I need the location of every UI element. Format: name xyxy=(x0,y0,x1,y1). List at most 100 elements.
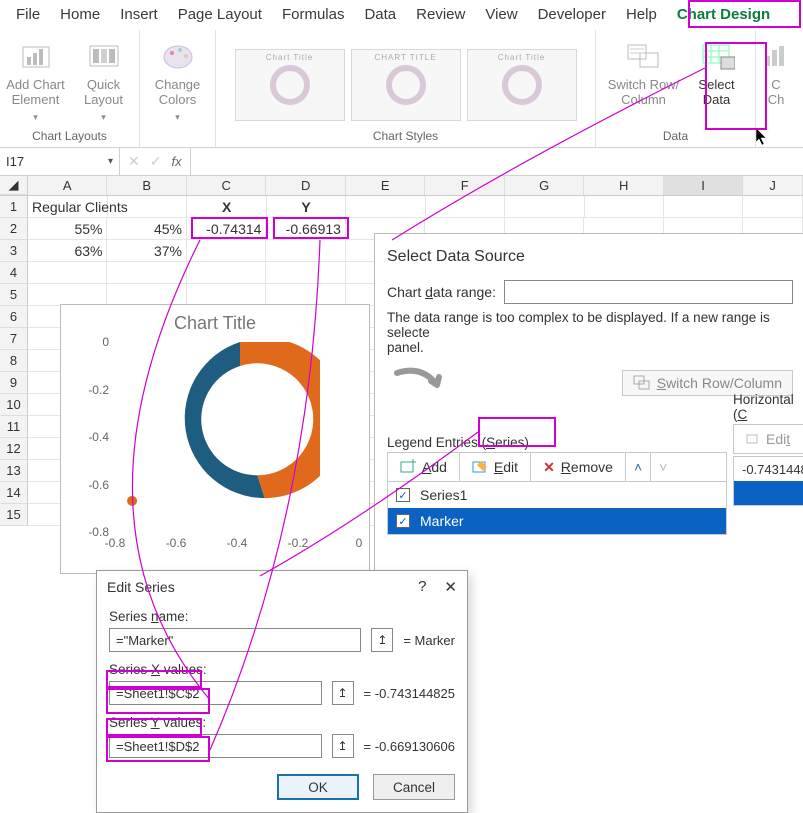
switch-icon xyxy=(633,375,651,391)
embedded-chart[interactable]: Chart Title 0 -0.2 -0.4 -0.6 -0.8 -0.8 -… xyxy=(60,304,370,574)
edit-icon xyxy=(472,459,488,475)
col-I[interactable]: I xyxy=(664,176,743,195)
add-chart-element-button[interactable]: Add Chart Element ▾ xyxy=(5,34,67,126)
formula-input[interactable] xyxy=(191,148,803,175)
cancel-formula-icon[interactable]: ✕ xyxy=(128,153,140,170)
select-data-icon xyxy=(699,38,735,74)
series-toolbar: Add Edit ✕ Remove ˄ ˅ xyxy=(387,452,727,482)
close-icon[interactable]: ✕ xyxy=(444,578,457,596)
quick-layout-icon xyxy=(86,38,122,74)
change-colors-button[interactable]: Change Colors ▾ xyxy=(147,34,209,126)
col-C[interactable]: C xyxy=(187,176,266,195)
col-J[interactable]: J xyxy=(743,176,803,195)
formula-bar: I17▾ ✕ ✓ fx xyxy=(0,148,803,176)
chevron-down-icon: ˅ xyxy=(659,459,667,475)
horizontal-values-list[interactable]: -0.74314482 xyxy=(733,456,803,506)
chart-type-icon xyxy=(758,38,794,74)
col-A[interactable]: A xyxy=(28,176,107,195)
cell-B1[interactable] xyxy=(108,196,187,218)
col-G[interactable]: G xyxy=(505,176,584,195)
col-H[interactable]: H xyxy=(584,176,663,195)
series-movedown-button[interactable]: ˅ xyxy=(651,453,675,481)
series-edit-button[interactable]: Edit xyxy=(460,453,531,481)
series-item-marker[interactable]: ✓ Marker xyxy=(388,508,726,534)
marker-series[interactable] xyxy=(115,342,359,532)
chart-data-range-input[interactable] xyxy=(504,280,793,304)
cell-A3[interactable]: 63% xyxy=(28,240,107,262)
series-list[interactable]: ✓ Series1 ✓ Marker xyxy=(387,482,727,535)
name-box[interactable]: I17▾ xyxy=(0,148,120,175)
range-picker-icon[interactable]: ↥ xyxy=(371,628,393,652)
series-name-input[interactable]: ="Marker" xyxy=(109,628,361,652)
tab-data[interactable]: Data xyxy=(354,2,406,30)
col-E[interactable]: E xyxy=(346,176,425,195)
chart-style-3[interactable]: Chart Title xyxy=(467,49,577,121)
tab-view[interactable]: View xyxy=(475,2,527,30)
ribbon: Add Chart Element ▾ Quick Layout ▾ Chart… xyxy=(0,30,803,148)
legend-entries-label: Legend Entries (Series) xyxy=(387,435,727,450)
group-label-chart-styles: Chart Styles xyxy=(373,129,438,145)
add-chart-element-label: Add Chart Element xyxy=(6,78,65,108)
cell-B2[interactable]: 45% xyxy=(107,218,186,240)
range-picker-icon[interactable]: ↥ xyxy=(332,734,354,758)
cell-C2[interactable]: -0.74314 xyxy=(187,218,266,240)
chart-style-1[interactable]: Chart Title xyxy=(235,49,345,121)
help-icon[interactable]: ? xyxy=(418,578,426,596)
series-y-input[interactable]: =Sheet1!$D$2 xyxy=(109,734,322,758)
enter-formula-icon[interactable]: ✓ xyxy=(150,153,162,170)
checkbox-icon[interactable]: ✓ xyxy=(396,514,410,528)
sds-note: The data range is too complex to be disp… xyxy=(387,310,803,355)
switch-row-column-button[interactable]: Switch Row/ Column xyxy=(606,34,682,126)
horiz-edit-button[interactable]: Edit xyxy=(734,425,802,453)
edit-icon xyxy=(746,432,760,446)
series-x-preview: = -0.743144825 xyxy=(364,686,455,701)
tab-insert[interactable]: Insert xyxy=(110,2,168,30)
fx-icon[interactable]: fx xyxy=(171,154,181,169)
cell-D2[interactable]: -0.66913 xyxy=(266,218,345,240)
quick-layout-button[interactable]: Quick Layout ▾ xyxy=(73,34,135,126)
quick-layout-label: Quick Layout xyxy=(84,78,123,108)
change-colors-label: Change Colors xyxy=(155,78,201,108)
col-B[interactable]: B xyxy=(107,176,186,195)
tab-pagelayout[interactable]: Page Layout xyxy=(168,2,272,30)
chart-title[interactable]: Chart Title xyxy=(61,305,369,338)
tab-file[interactable]: File xyxy=(6,2,50,30)
series-item-series1[interactable]: ✓ Series1 xyxy=(388,482,726,508)
chart-style-2[interactable]: CHART TITLE xyxy=(351,49,461,121)
add-chart-element-icon xyxy=(18,38,54,74)
col-F[interactable]: F xyxy=(425,176,504,195)
tab-home[interactable]: Home xyxy=(50,2,110,30)
cell-D1[interactable]: Y xyxy=(267,196,346,218)
edit-series-title: Edit Series xyxy=(107,579,175,595)
series-x-input[interactable]: =Sheet1!$C$2 xyxy=(109,681,322,705)
series-remove-button[interactable]: ✕ Remove xyxy=(531,453,626,481)
plot-area[interactable]: 0 -0.2 -0.4 -0.6 -0.8 -0.8 -0.6 -0.4 -0.… xyxy=(115,342,359,532)
cell-C1[interactable]: X xyxy=(187,196,266,218)
series-add-button[interactable]: Add xyxy=(388,453,460,481)
tab-formulas[interactable]: Formulas xyxy=(272,2,355,30)
tab-developer[interactable]: Developer xyxy=(528,2,616,30)
sds-title: Select Data Source xyxy=(387,248,803,266)
cell-A1[interactable]: Regular Clients xyxy=(28,196,108,218)
select-all-corner[interactable]: ◢ xyxy=(0,176,28,195)
chart-styles-gallery[interactable]: Chart Title CHART TITLE Chart Title xyxy=(235,34,577,129)
cancel-button[interactable]: Cancel xyxy=(373,774,455,800)
range-picker-icon[interactable]: ↥ xyxy=(332,681,354,705)
tab-review[interactable]: Review xyxy=(406,2,475,30)
tab-help[interactable]: Help xyxy=(616,2,667,30)
tab-chartdesign[interactable]: Chart Design xyxy=(667,2,780,30)
series-name-preview: = Marker xyxy=(403,633,455,648)
group-label-chart-layouts: Chart Layouts xyxy=(32,129,107,145)
ok-button[interactable]: OK xyxy=(277,774,359,800)
switch-arrow-icon xyxy=(387,363,447,403)
series-y-label: Series Y values: xyxy=(109,715,455,730)
cell-A2[interactable]: 55% xyxy=(28,218,107,240)
series-y-preview: = -0.669130606 xyxy=(364,739,455,754)
checkbox-icon[interactable]: ✓ xyxy=(396,488,410,502)
cell-B3[interactable]: 37% xyxy=(107,240,186,262)
col-D[interactable]: D xyxy=(266,176,345,195)
select-data-button[interactable]: Select Data xyxy=(688,34,746,126)
change-chart-type-button[interactable]: C Ch xyxy=(759,34,793,126)
series-x-label: Series X values: xyxy=(109,662,455,677)
series-moveup-button[interactable]: ˄ xyxy=(626,453,651,481)
